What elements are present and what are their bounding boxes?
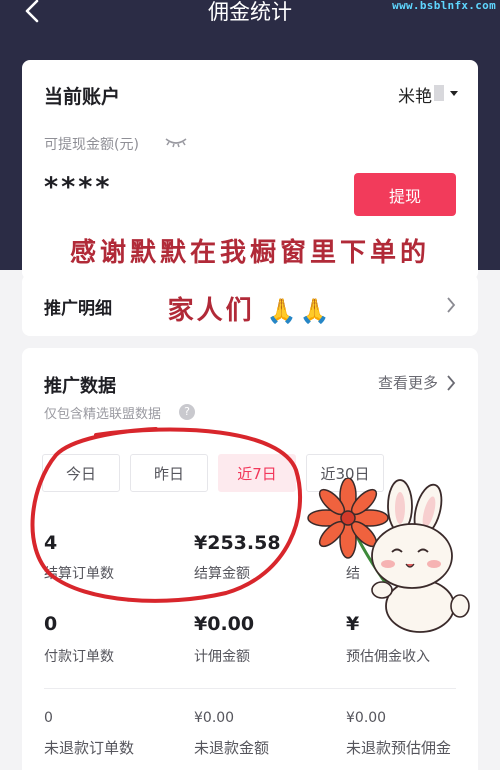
account-switcher[interactable]: 米艳 <box>398 82 432 107</box>
paid-orders-value: 0 <box>44 613 58 635</box>
paid-orders-label: 付款订单数 <box>44 649 114 665</box>
unrefunded-est-commission-label: 未退款预估佣金 <box>346 739 452 757</box>
data-scope-note: 仅包含精选联盟数据 <box>44 407 162 422</box>
withdrawable-label: 可提现金额(元) <box>44 137 139 153</box>
balance-masked: **** <box>44 172 113 203</box>
overlay-caption-line1: 感谢默默在我橱窗里下单的 <box>69 238 430 268</box>
praying-hands-icon: 🙏🙏 <box>266 296 333 325</box>
chevron-right-icon[interactable] <box>446 375 456 391</box>
unrefunded-orders-value: 0 <box>44 710 53 726</box>
promo-data-title: 推广数据 <box>44 376 116 397</box>
estimated-commission-label: 预估佣金收入 <box>346 649 430 665</box>
watermark: www.bsblnfx.com <box>392 0 496 12</box>
account-title: 当前账户 <box>44 86 121 108</box>
account-name-mask <box>434 85 444 101</box>
unrefunded-est-commission-value: ¥0.00 <box>346 710 387 726</box>
overlay-caption-line2: 家人们 🙏🙏 <box>0 290 500 327</box>
chevron-down-icon[interactable] <box>450 91 458 96</box>
unrefunded-amount-label: 未退款金额 <box>194 739 270 757</box>
eye-closed-icon[interactable] <box>164 134 188 150</box>
annotation-circle <box>30 427 303 603</box>
unrefunded-orders-label: 未退款订单数 <box>44 739 135 757</box>
see-more-link[interactable]: 查看更多 <box>378 372 438 393</box>
overlay-caption-text: 家人们 <box>167 296 255 326</box>
divider <box>44 688 456 689</box>
unrefunded-amount-value: ¥0.00 <box>194 710 235 726</box>
commissionable-amount-label: 计佣金额 <box>194 649 250 665</box>
withdraw-button[interactable]: 提现 <box>354 173 456 216</box>
help-icon[interactable]: ? <box>179 404 195 420</box>
bunny-flower-sticker <box>307 478 470 633</box>
commissionable-amount-value: ¥0.00 <box>194 613 255 635</box>
